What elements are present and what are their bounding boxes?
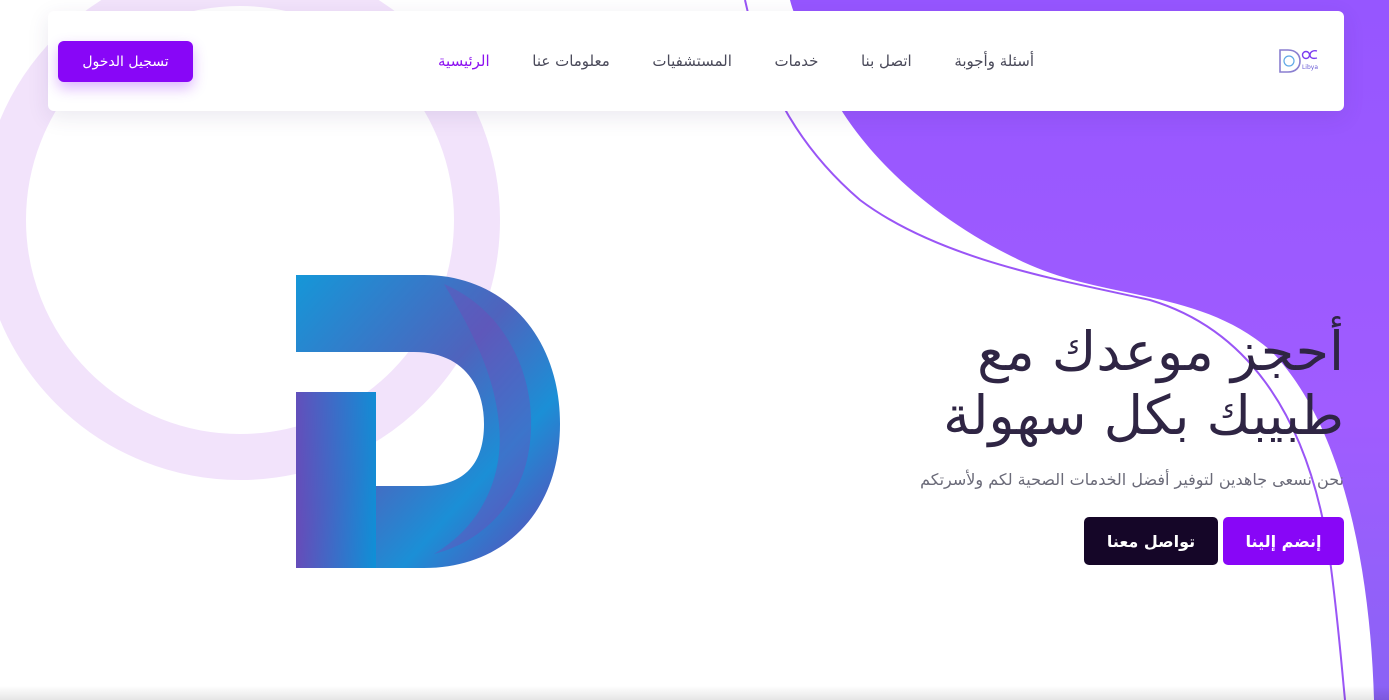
hero-title-line-1: أحجز موعدك مع [977,320,1344,383]
doc-libya-logo-icon[interactable]: Libya [1276,47,1320,75]
hero-section: أحجز موعدك مع طبيبك بكل سهولة نحن نسعى ج… [824,320,1344,565]
login-button[interactable]: تسجيل الدخول [58,41,193,82]
top-navbar: Libya الرئيسية معلومات عنا المستشفيات خد… [48,11,1344,111]
nav-link-services[interactable]: خدمات [775,52,819,70]
nav-link-faq[interactable]: أسئلة وأجوبة [954,52,1034,70]
hero-subtitle: نحن نسعى جاهدين لتوفير أفضل الخدمات الصح… [920,470,1344,489]
nav-link-contact[interactable]: اتصل بنا [861,52,912,70]
hero-title-line-2: طبيبك بكل سهولة [943,384,1344,447]
contact-us-button[interactable]: تواصل معنا [1084,517,1218,565]
nav-link-home[interactable]: الرئيسية [438,52,490,70]
nav-link-about[interactable]: معلومات عنا [532,52,610,70]
hero-actions: إنضم إلينا تواصل معنا [824,517,1344,565]
doc-d-logo-graphic [296,275,560,568]
main-navigation: الرئيسية معلومات عنا المستشفيات خدمات ات… [438,11,1034,111]
join-us-button[interactable]: إنضم إلينا [1223,517,1344,565]
logo-sub-label: Libya [1301,64,1318,71]
hero-heading: أحجز موعدك مع طبيبك بكل سهولة [824,320,1344,448]
section-bottom-shadow [0,686,1389,700]
nav-link-hospitals[interactable]: المستشفيات [652,52,732,70]
